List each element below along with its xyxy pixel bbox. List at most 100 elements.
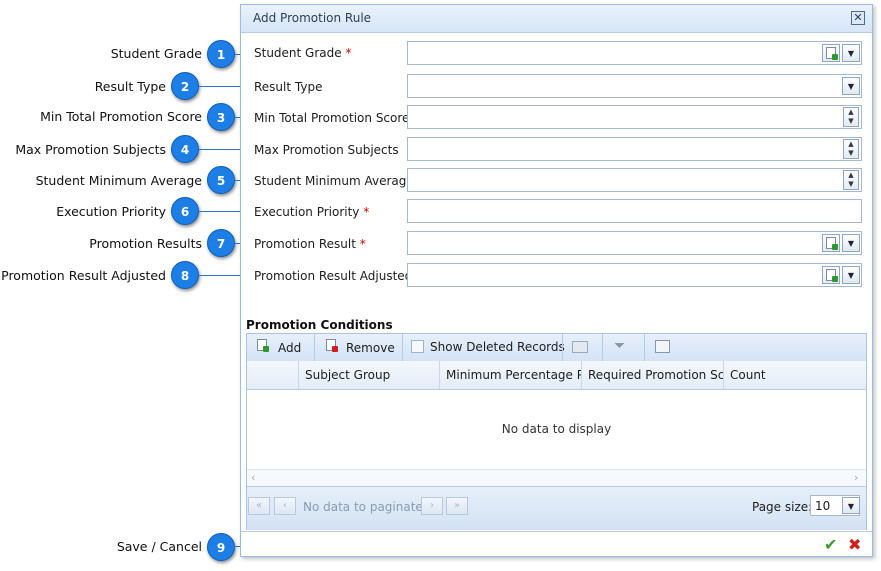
scroll-right-icon[interactable]: ›	[854, 471, 858, 484]
chevron-down-icon: ▼	[847, 82, 855, 91]
callout-label-student-minimum-average: Student Minimum Average	[35, 173, 202, 188]
field-label-text: Promotion Result Adjusted	[254, 269, 413, 283]
callout-badge-5: 5	[207, 166, 235, 194]
student-grade-select[interactable]	[407, 41, 862, 65]
chevron-down-icon: ▼	[847, 239, 855, 248]
spin-down-icon[interactable]: ▼	[844, 149, 858, 158]
double-chevron-left-icon: «	[255, 500, 263, 511]
student-grade-dropdown-button[interactable]: ▼	[842, 44, 860, 62]
dialog-footer-divider	[241, 531, 872, 532]
list-view-icon[interactable]	[655, 340, 670, 353]
spin-up-icon[interactable]: ▲	[844, 108, 858, 117]
callout-badge-9: 9	[207, 533, 235, 561]
column-header-required-promotion-score[interactable]: Required Promotion Scor	[581, 361, 723, 389]
chevron-left-icon: ‹	[283, 500, 287, 511]
student-minimum-average-spinner[interactable]: ▲ ▼	[843, 170, 859, 190]
callout-badge-4: 4	[171, 135, 199, 163]
field-label-student-grade: Student Grade *	[254, 46, 351, 60]
cancel-x-icon: ✖	[848, 535, 862, 554]
next-page-button[interactable]: ›	[421, 497, 443, 515]
toolbar-separator	[402, 334, 403, 361]
field-label-text: Student Minimum Average	[254, 174, 414, 188]
callout-label-save-cancel: Save / Cancel	[116, 539, 202, 554]
pager-status-text: No data to paginate	[303, 500, 423, 514]
toolbar-separator	[602, 334, 603, 361]
result-type-dropdown-button[interactable]: ▼	[842, 77, 860, 95]
max-promotion-subjects-spinner[interactable]: ▲ ▼	[843, 139, 859, 159]
column-chooser-icon[interactable]	[572, 341, 588, 353]
promotion-conditions-title: Promotion Conditions	[246, 318, 393, 332]
column-header-minimum-percentage[interactable]: Minimum Percentage Per	[439, 361, 581, 389]
show-deleted-label[interactable]: Show Deleted Records	[430, 340, 565, 354]
callout-label-min-total-promotion-score: Min Total Promotion Score	[40, 109, 202, 124]
new-document-icon	[826, 47, 838, 60]
field-label-text: Max Promotion Subjects	[254, 143, 399, 157]
spin-down-icon[interactable]: ▼	[844, 117, 858, 126]
save-button[interactable]: ✔	[824, 536, 837, 554]
callout-label-max-promotion-subjects: Max Promotion Subjects	[15, 142, 166, 157]
add-button[interactable]	[256, 338, 272, 354]
field-label-result-type: Result Type	[254, 80, 322, 94]
spin-down-icon[interactable]: ▼	[844, 180, 858, 189]
callout-label-result-type: Result Type	[94, 79, 166, 94]
cancel-button[interactable]: ✖	[848, 536, 861, 554]
result-type-select[interactable]	[407, 74, 862, 98]
new-document-icon	[257, 339, 269, 352]
callout-badge-3: 3	[207, 103, 235, 131]
filter-icon[interactable]: ⏷	[614, 338, 625, 354]
required-marker: *	[345, 46, 352, 60]
callout-badge-7: 7	[207, 229, 235, 257]
add-button-label[interactable]: Add	[278, 341, 301, 355]
previous-page-button[interactable]: ‹	[274, 497, 296, 515]
field-label-text: Execution Priority	[254, 205, 360, 219]
field-label-text: Min Total Promotion Score	[254, 111, 410, 125]
max-promotion-subjects-input[interactable]	[407, 137, 862, 161]
chevron-down-icon: ▼	[847, 271, 855, 280]
scroll-left-icon[interactable]: ‹	[251, 471, 255, 484]
checkmark-icon: ✔	[824, 535, 838, 554]
field-label-text: Promotion Result	[254, 237, 356, 251]
callout-badge-8: 8	[171, 261, 199, 289]
chevron-right-icon: ›	[430, 500, 434, 511]
page-size-value: 10	[815, 499, 831, 513]
promotion-result-adjusted-add-button[interactable]	[822, 266, 840, 284]
promotion-result-select[interactable]	[407, 231, 862, 255]
required-marker: *	[359, 237, 366, 251]
field-label-execution-priority: Execution Priority *	[254, 205, 369, 219]
horizontal-scrollbar[interactable]: ‹ ›	[247, 469, 866, 487]
page-size-label: Page size:	[752, 500, 813, 514]
field-label-student-minimum-average: Student Minimum Average	[254, 174, 414, 188]
spin-up-icon[interactable]: ▲	[844, 140, 858, 149]
close-icon: ✕	[853, 11, 863, 24]
required-marker: *	[363, 205, 370, 219]
min-total-promotion-score-spinner[interactable]: ▲ ▼	[843, 107, 859, 127]
callout-label-execution-priority: Execution Priority	[56, 204, 166, 219]
spin-up-icon[interactable]: ▲	[844, 171, 858, 180]
field-label-text: Student Grade	[254, 46, 342, 60]
column-header-subject-group[interactable]: Subject Group	[298, 361, 439, 389]
close-button[interactable]: ✕	[851, 11, 865, 25]
new-document-icon	[826, 269, 838, 282]
promotion-result-adjusted-dropdown-button[interactable]: ▼	[842, 266, 860, 284]
grid-header-selector	[247, 361, 298, 389]
remove-button[interactable]	[325, 338, 341, 354]
student-minimum-average-input[interactable]	[407, 168, 862, 192]
promotion-result-adjusted-select[interactable]	[407, 263, 862, 287]
student-grade-add-button[interactable]	[822, 44, 840, 62]
remove-button-label[interactable]: Remove	[346, 341, 395, 355]
field-label-max-promotion-subjects: Max Promotion Subjects	[254, 143, 399, 157]
callout-label-promotion-result-adjusted: Promotion Result Adjusted	[1, 268, 166, 283]
toolbar-separator	[314, 334, 315, 361]
promotion-result-dropdown-button[interactable]: ▼	[842, 234, 860, 252]
toolbar-separator	[562, 334, 563, 361]
empty-grid-message: No data to display	[501, 422, 612, 436]
chevron-down-icon[interactable]: ▼	[842, 497, 860, 514]
last-page-button[interactable]: »	[446, 497, 468, 515]
page-size-select[interactable]: 10 ▼	[810, 495, 860, 516]
execution-priority-input[interactable]	[407, 199, 862, 223]
first-page-button[interactable]: «	[248, 497, 270, 515]
promotion-result-add-button[interactable]	[822, 234, 840, 252]
column-header-count[interactable]: Count	[723, 361, 866, 389]
show-deleted-checkbox[interactable]	[411, 340, 424, 353]
min-total-promotion-score-input[interactable]	[407, 105, 862, 129]
